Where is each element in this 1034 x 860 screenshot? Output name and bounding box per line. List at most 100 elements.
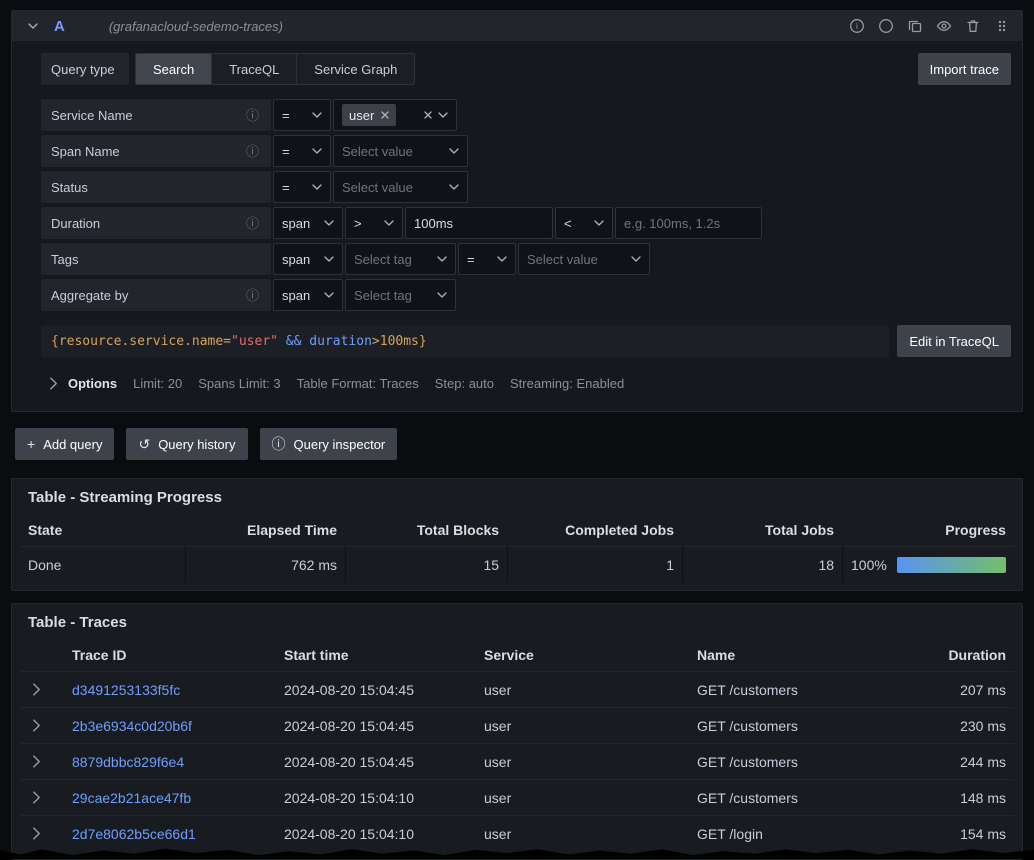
column-header-state[interactable]: State: [20, 514, 185, 546]
column-header-total-jobs[interactable]: Total Jobs: [682, 514, 842, 546]
expand-row-button[interactable]: [20, 683, 64, 696]
duration-max-operator-select[interactable]: <: [555, 207, 613, 239]
query-type-tabs: Search TraceQL Service Graph: [135, 53, 415, 85]
duration-min-operator-select[interactable]: >: [345, 207, 403, 239]
tags-tag-select[interactable]: Select tag: [345, 243, 456, 275]
state-cell: Done: [20, 546, 185, 582]
query-inspector-button[interactable]: ⓘ Query inspector: [260, 428, 398, 460]
expand-row-button[interactable]: [20, 827, 64, 840]
trash-icon[interactable]: [965, 18, 981, 34]
filter-row-span-name: Span Name ⓘ = Select value: [41, 135, 1011, 167]
chevron-down-icon: [437, 292, 447, 298]
chevron-down-icon: [437, 256, 447, 262]
info-icon[interactable]: ⓘ: [246, 109, 259, 122]
filter-row-duration: Duration ⓘ span > <: [41, 207, 1011, 239]
remove-value-icon[interactable]: [381, 111, 389, 119]
chevron-down-icon: [312, 112, 322, 118]
query-history-button[interactable]: ↺ Query history: [126, 428, 247, 460]
code-token: >: [372, 334, 380, 349]
tab-search[interactable]: Search: [136, 54, 212, 84]
chevron-down-icon: [324, 256, 334, 262]
chevron-right-icon: [32, 791, 41, 804]
info-icon[interactable]: ⓘ: [246, 145, 259, 158]
query-type-label: Query type: [41, 53, 129, 85]
trace-id-link[interactable]: d3491253133f5fc: [72, 682, 180, 698]
collapse-chevron-icon[interactable]: [28, 23, 38, 29]
aggregate-by-scope-select[interactable]: span: [273, 279, 343, 311]
span-name-value-select[interactable]: Select value: [333, 135, 468, 167]
code-token: {resource.service.name=: [51, 334, 231, 349]
expand-row-button[interactable]: [20, 755, 64, 768]
options-streaming: Streaming: Enabled: [510, 376, 624, 391]
info-circle-icon[interactable]: i: [849, 18, 865, 34]
column-header-duration[interactable]: Duration: [902, 639, 1014, 671]
trace-id-link[interactable]: 2b3e6934c0d20b6f: [72, 718, 192, 734]
clear-all-icon[interactable]: [424, 111, 432, 119]
info-icon[interactable]: ⓘ: [246, 289, 259, 302]
traceql-preview-code: {resource.service.name="user" && duratio…: [41, 325, 889, 357]
span-name-operator-select[interactable]: =: [273, 135, 331, 167]
chevron-down-icon: [384, 220, 394, 226]
start-time-cell: 2024-08-20 15:04:45: [276, 754, 476, 770]
status-value-select[interactable]: Select value: [333, 171, 468, 203]
progress-cell: 100%: [842, 546, 1014, 582]
name-cell: GET /customers: [689, 718, 902, 734]
duration-max-input[interactable]: [615, 207, 762, 239]
column-header-elapsed-time[interactable]: Elapsed Time: [185, 514, 345, 546]
duration-scope-select[interactable]: span: [273, 207, 343, 239]
aggregate-by-tag-select[interactable]: Select tag: [345, 279, 456, 311]
table-row: 2b3e6934c0d20b6f 2024-08-20 15:04:45 use…: [20, 707, 1014, 743]
column-header-name[interactable]: Name: [689, 639, 902, 671]
service-name-value-pill[interactable]: user: [342, 104, 396, 126]
tags-scope-select[interactable]: span: [273, 243, 343, 275]
tab-service-graph[interactable]: Service Graph: [297, 54, 414, 84]
column-header-completed-jobs[interactable]: Completed Jobs: [507, 514, 682, 546]
options-spans-limit: Spans Limit: 3: [198, 376, 280, 391]
add-query-button[interactable]: + Add query: [15, 428, 114, 460]
column-header-trace-id[interactable]: Trace ID: [64, 639, 276, 671]
edit-in-traceql-button[interactable]: Edit in TraceQL: [897, 325, 1011, 357]
query-ref-id[interactable]: A: [54, 18, 65, 35]
info-icon[interactable]: ⓘ: [246, 217, 259, 230]
column-header-progress[interactable]: Progress: [842, 514, 1014, 546]
tags-value-select[interactable]: Select value: [518, 243, 650, 275]
trace-id-link[interactable]: 2d7e8062b5ce66d1: [72, 826, 196, 842]
query-editor-card: A (grafanacloud-sedemo-traces) i: [11, 10, 1023, 412]
chevron-right-icon: [32, 755, 41, 768]
expand-row-button[interactable]: [20, 719, 64, 732]
tab-traceql[interactable]: TraceQL: [212, 54, 297, 84]
eye-icon[interactable]: [936, 18, 952, 34]
duration-cell: 148 ms: [902, 790, 1014, 806]
import-trace-button[interactable]: Import trace: [918, 53, 1011, 85]
trace-id-link[interactable]: 8879dbbc829f6e4: [72, 754, 184, 770]
name-cell: GET /customers: [689, 790, 902, 806]
tags-operator-select[interactable]: =: [458, 243, 516, 275]
chevron-down-icon: [312, 148, 322, 154]
column-header-total-blocks[interactable]: Total Blocks: [345, 514, 507, 546]
duration-cell: 207 ms: [902, 682, 1014, 698]
duration-min-input[interactable]: [405, 207, 553, 239]
trace-id-link[interactable]: 29cae2b21ace47fb: [72, 790, 191, 806]
drag-handle-icon[interactable]: [994, 18, 1010, 34]
span-name-label: Span Name ⓘ: [41, 135, 271, 167]
circle-icon[interactable]: [878, 18, 894, 34]
copy-icon[interactable]: [907, 18, 923, 34]
service-name-operator-select[interactable]: =: [273, 99, 331, 131]
chevron-down-icon: [438, 112, 448, 118]
status-operator-select[interactable]: =: [273, 171, 331, 203]
info-circle-icon: ⓘ: [272, 437, 286, 451]
expand-row-button[interactable]: [20, 791, 64, 804]
column-header-start-time[interactable]: Start time: [276, 639, 476, 671]
start-time-cell: 2024-08-20 15:04:10: [276, 826, 476, 842]
name-cell: GET /customers: [689, 682, 902, 698]
explore-screen: A (grafanacloud-sedemo-traces) i: [0, 0, 1034, 859]
chevron-right-icon: [32, 683, 41, 696]
filter-row-service-name: Service Name ⓘ = user: [41, 99, 1011, 131]
column-header-service[interactable]: Service: [476, 639, 689, 671]
chevron-down-icon: [497, 256, 507, 262]
streaming-progress-panel: Table - Streaming Progress State Elapsed…: [11, 478, 1023, 591]
options-collapse-row[interactable]: Options Limit: 20 Spans Limit: 3 Table F…: [41, 369, 1011, 397]
service-name-value-select[interactable]: user: [333, 99, 457, 131]
chevron-down-icon: [324, 220, 334, 226]
options-table-format: Table Format: Traces: [297, 376, 419, 391]
